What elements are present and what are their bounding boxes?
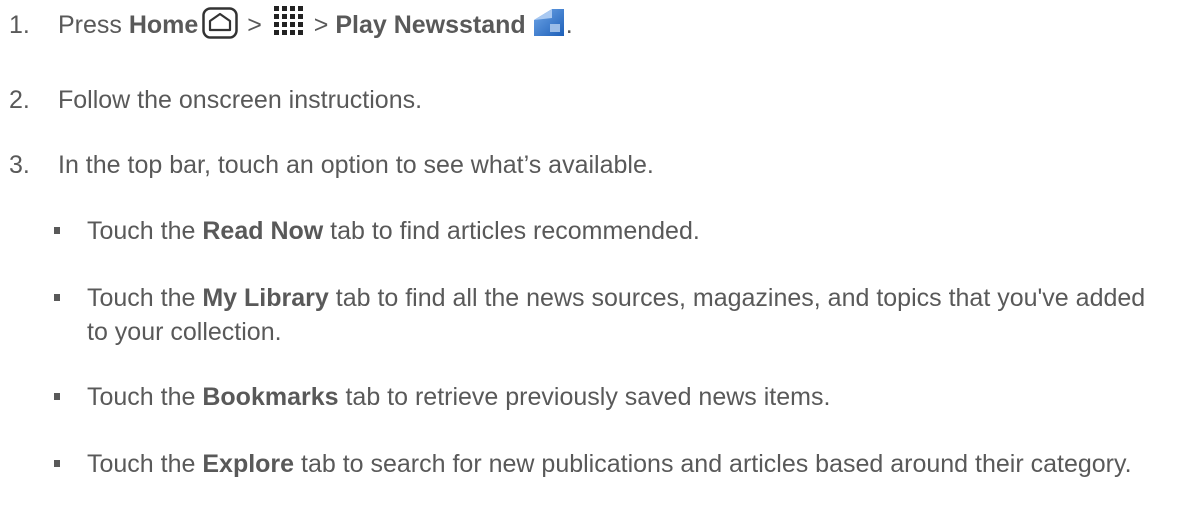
bullet-square-icon — [54, 294, 60, 301]
tab-name-explore: Explore — [202, 450, 295, 478]
play-newsstand-label: Play Newsstand — [335, 11, 526, 39]
home-label: Home — [128, 11, 199, 39]
bullet-post-text: tab to search for new publications and a… — [294, 450, 1132, 478]
step-text: Press Home > > Play Newsstand. — [58, 5, 573, 42]
step-number: 1. — [9, 11, 30, 39]
step-number: 3. — [9, 151, 30, 179]
bullet-post-text: tab to retrieve previously saved news it… — [338, 383, 831, 411]
bullet-text: Touch the Read Now tab to find articles … — [87, 214, 1167, 248]
bullet-pre-text: Touch the — [87, 383, 203, 411]
tab-name-bookmarks: Bookmarks — [202, 383, 339, 411]
bullet-pre-text: Touch the — [87, 284, 203, 312]
separator-arrow: > — [240, 11, 269, 39]
bullet-square-icon — [54, 227, 60, 234]
apps-grid-icon — [273, 5, 303, 37]
play-newsstand-icon — [532, 6, 566, 38]
bullet-pre-text: Touch the — [87, 217, 203, 245]
step-1-end-text: . — [565, 11, 573, 39]
bullet-pre-text: Touch the — [87, 450, 203, 478]
bullet-text: Touch the Explore tab to search for new … — [87, 447, 1167, 481]
bullet-text: Touch the Bookmarks tab to retrieve prev… — [87, 380, 1167, 414]
step-number: 2. — [9, 86, 30, 114]
step-text: Follow the onscreen instructions. — [58, 86, 423, 114]
bullet-text: Touch the My Library tab to find all the… — [87, 281, 1167, 349]
step-1-press-text: Press — [58, 11, 129, 39]
separator-arrow: > — [306, 11, 336, 39]
bullet-square-icon — [54, 460, 60, 467]
tab-name-read-now: Read Now — [202, 217, 324, 245]
step-text: In the top bar, touch an option to see w… — [58, 151, 654, 179]
home-icon — [202, 7, 239, 40]
bullet-square-icon — [54, 393, 60, 400]
bullet-post-text: tab to find articles recommended. — [323, 217, 700, 245]
tab-name-my-library: My Library — [202, 284, 329, 312]
